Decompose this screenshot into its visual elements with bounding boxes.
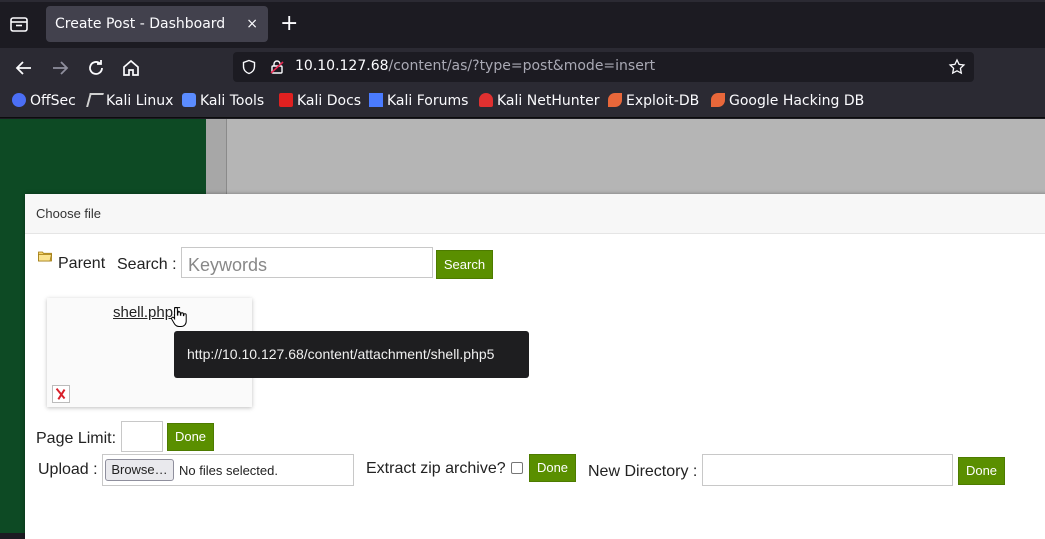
url-bar[interactable]: 10.10.127.68/content/as/?type=post&mode=… — [233, 52, 974, 82]
extract-zip-label: Extract zip archive? — [366, 460, 506, 477]
file-url-tooltip: http://10.10.127.68/content/attachment/s… — [174, 331, 529, 378]
search-button[interactable]: Search — [436, 250, 493, 279]
bookmark-label: Kali Tools — [200, 93, 265, 109]
bookmark-label: Google Hacking DB — [729, 93, 865, 109]
bookmark-kali-tools[interactable]: Kali Tools — [182, 93, 264, 109]
bookmark-label: Kali Linux — [106, 93, 174, 109]
search-label: Search : — [117, 256, 177, 273]
nethunter-icon — [479, 93, 493, 107]
bookmark-label: Kali NetHunter — [497, 93, 600, 109]
page-limit-input[interactable] — [121, 421, 163, 452]
home-icon[interactable] — [119, 56, 143, 80]
bookmark-kali-linux[interactable]: Kali Linux — [86, 93, 174, 109]
page-limit-label: Page Limit: — [36, 430, 117, 447]
parent-link[interactable]: Parent — [58, 255, 105, 273]
lock-icon[interactable] — [269, 59, 285, 75]
url-path: /content/as/?type=post&mode=insert — [388, 58, 656, 74]
search-input[interactable]: Keywords — [181, 247, 433, 278]
choose-file-dialog: Choose file Parent Search : Keywords Sea… — [25, 194, 1045, 539]
tab-create-post[interactable]: Create Post - Dashboard × — [46, 6, 268, 42]
broken-image-icon — [52, 385, 70, 403]
bookmark-exploit-db[interactable]: Exploit-DB — [608, 93, 699, 109]
navigation-bar: 10.10.127.68/content/as/?type=post&mode=… — [0, 48, 1045, 88]
new-directory-input[interactable] — [702, 454, 953, 486]
kali-docs-icon — [279, 93, 293, 107]
kali-tools-icon — [182, 93, 196, 107]
bookmark-label: OffSec — [30, 93, 76, 109]
bookmark-label: Kali Forums — [387, 93, 469, 109]
offsec-icon — [12, 93, 26, 107]
forward-icon[interactable] — [48, 56, 72, 80]
new-directory-label: New Directory : — [588, 463, 698, 480]
folder-icon[interactable] — [38, 250, 52, 262]
bookmark-kali-nethunter[interactable]: Kali NetHunter — [479, 93, 599, 109]
tab-bar: Create Post - Dashboard × + — [0, 0, 1045, 48]
bookmark-label: Kali Docs — [297, 93, 362, 109]
back-icon[interactable] — [12, 56, 36, 80]
exploit-db-icon — [608, 93, 622, 107]
browse-button[interactable]: Browse… — [105, 459, 174, 481]
reload-icon[interactable] — [84, 56, 108, 80]
shield-icon[interactable] — [241, 59, 257, 75]
upload-done-button[interactable]: Done — [529, 454, 576, 482]
bookmark-offsec[interactable]: OffSec — [12, 93, 76, 109]
no-files-text: No files selected. — [179, 463, 278, 478]
tab-title: Create Post - Dashboard — [55, 16, 226, 32]
bookmark-label: Exploit-DB — [626, 93, 700, 109]
dialog-header: Choose file — [25, 194, 1045, 234]
extract-zip-checkbox[interactable] — [511, 462, 523, 474]
tab-close-icon[interactable]: × — [246, 6, 258, 42]
bookmark-kali-docs[interactable]: Kali Docs — [279, 93, 361, 109]
bookmark-google-hacking-db[interactable]: Google Hacking DB — [711, 93, 864, 109]
url-host: 10.10.127.68 — [295, 58, 389, 74]
ghdb-icon — [711, 93, 725, 107]
hand-cursor-icon — [171, 306, 187, 327]
upload-file-input[interactable]: Browse… No files selected. — [102, 454, 354, 486]
star-icon[interactable] — [948, 58, 966, 76]
page-limit-done-button[interactable]: Done — [167, 423, 214, 451]
url-text[interactable]: 10.10.127.68/content/as/?type=post&mode=… — [295, 58, 655, 74]
kali-forums-icon — [369, 93, 383, 107]
dialog-title: Choose file — [36, 206, 102, 221]
upload-label: Upload : — [38, 461, 98, 478]
tab-bar-top-line — [0, 0, 1045, 2]
tab-list-icon[interactable] — [8, 13, 30, 35]
new-directory-done-button[interactable]: Done — [958, 457, 1005, 485]
bookmark-kali-forums[interactable]: Kali Forums — [369, 93, 468, 109]
new-tab-button[interactable]: + — [280, 12, 298, 36]
kali-dragon-icon — [86, 93, 104, 107]
bookmarks-toolbar: OffSec Kali Linux Kali Tools Kali Docs K… — [0, 88, 1045, 118]
